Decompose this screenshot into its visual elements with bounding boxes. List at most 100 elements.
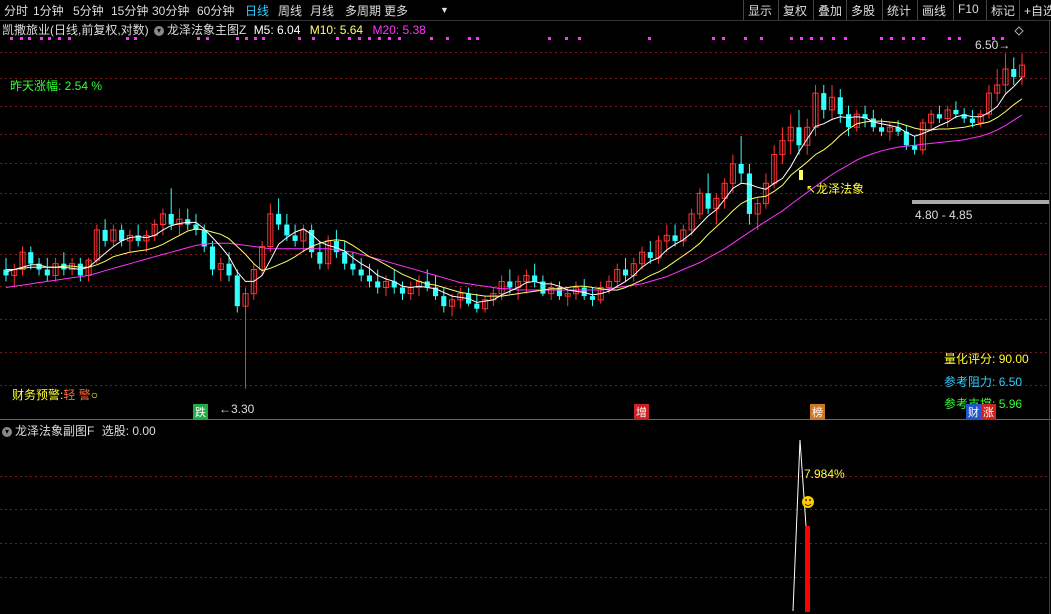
candle-body-down: [441, 296, 447, 307]
top-marker-dot: [254, 37, 257, 40]
ma20-line: [5, 114, 1023, 291]
finance-warning-text: 财务预警:: [12, 388, 64, 402]
top-marker-dot: [958, 37, 961, 40]
top-marker-dot: [197, 37, 200, 40]
top-marker-dot: [358, 37, 361, 40]
candle-body-down: [284, 224, 290, 236]
top-marker-dot: [844, 37, 847, 40]
candle-body-down: [28, 252, 34, 264]
top-marker-dot: [388, 37, 391, 40]
candle-body-down: [350, 263, 356, 270]
top-marker-dot: [48, 37, 51, 40]
candle-body-down: [474, 303, 480, 309]
candle-body-down: [358, 269, 364, 276]
top-marker-dot: [336, 37, 339, 40]
top-marker-dot: [744, 37, 747, 40]
candle-body-down: [672, 235, 678, 241]
top-marker-dot: [912, 37, 915, 40]
top-marker-dot: [398, 37, 401, 40]
smiley-eye: [805, 499, 807, 501]
low-price-label: ←3.30: [219, 402, 255, 416]
candle-body-down: [185, 219, 191, 225]
candle-body-down: [746, 173, 752, 214]
candle-body-down: [399, 287, 406, 294]
finance-warning-label: 财务预警:轻 警○: [12, 388, 98, 402]
smiley-eye: [809, 499, 811, 501]
top-marker-dot: [902, 37, 905, 40]
tag-rise: 涨: [981, 404, 996, 420]
candle-body-down: [366, 275, 373, 282]
low-price-value: 3.30: [231, 402, 255, 416]
chart-canvas: [0, 20, 1051, 614]
top-marker-dot: [948, 37, 951, 40]
top-marker-dot: [548, 37, 551, 40]
top-marker-dot: [126, 37, 129, 40]
top-marker-dot: [312, 37, 315, 40]
sub-indicator-name[interactable]: 龙泽法象副图F: [15, 424, 94, 438]
sub-pct-label: 7.984%: [804, 467, 845, 481]
candle-body-down: [3, 269, 9, 276]
support-range-bar: [912, 200, 1049, 204]
score-label: 量化评分:: [944, 352, 996, 366]
signal-label: ↖龙泽法象: [806, 182, 865, 196]
top-marker-dot: [430, 37, 433, 40]
candle-body-down: [969, 118, 975, 123]
warning-level-text: 轻 警: [63, 388, 91, 402]
top-marker-dot: [648, 37, 651, 40]
smiley-icon: [802, 496, 814, 508]
top-marker-dot: [446, 37, 449, 40]
sub-indicator-header: ▾ 龙泽法象副图F 选股: 0.00: [2, 422, 156, 439]
candle-body-down: [589, 296, 596, 300]
top-marker-dot: [262, 37, 265, 40]
top-marker-dot: [58, 37, 61, 40]
score-value: 90.00: [998, 352, 1029, 366]
top-marker-dot: [236, 37, 239, 40]
top-marker-dot: [890, 37, 893, 40]
sub-red-bar: [805, 526, 810, 612]
high-price-label: 6.50→: [975, 38, 1011, 52]
top-marker-dot: [28, 37, 31, 40]
candle-body-down: [796, 127, 802, 146]
tag-fall: 跌: [193, 404, 208, 420]
top-marker-dot: [712, 37, 715, 40]
candle-body-down: [209, 246, 216, 270]
top-marker-dot: [800, 37, 803, 40]
top-marker-dot: [832, 37, 835, 40]
top-marker-dot: [10, 37, 13, 40]
candle-body-down: [292, 235, 298, 241]
top-marker-dot: [722, 37, 725, 40]
candle-body-down: [532, 275, 538, 282]
tag-list: 榜: [810, 404, 825, 420]
candle-body-down: [102, 229, 108, 241]
top-marker-dot: [368, 37, 371, 40]
candle-body-down: [705, 193, 711, 209]
candle-body-down: [276, 213, 282, 225]
candle-body-down: [821, 93, 827, 110]
ma5-line: [5, 77, 1023, 303]
top-marker-dot: [468, 37, 471, 40]
ma10-line: [6, 98, 1023, 297]
candle-body-down: [119, 229, 125, 241]
tag-finance: 财: [966, 404, 981, 420]
prev-change-label: 昨天涨幅: 2.54 %: [10, 79, 103, 93]
candle-body-down: [622, 269, 629, 276]
top-marker-dot: [760, 37, 763, 40]
high-price-value: 6.50: [975, 38, 999, 52]
candle-body-down: [845, 114, 852, 128]
top-marker-dot: [68, 37, 71, 40]
top-marker-dot: [578, 37, 581, 40]
top-marker-dot: [20, 37, 23, 40]
sub-indicator-toggle-icon[interactable]: ▾: [2, 426, 12, 437]
resist-row: 参考阻力: 6.50: [944, 373, 1022, 390]
top-marker-dot: [206, 37, 209, 40]
candle-body-down: [375, 281, 381, 288]
top-marker-dot: [378, 37, 381, 40]
candle-body-down: [342, 252, 348, 264]
top-right-diamond-icon: [1014, 26, 1024, 36]
top-marker-dot: [348, 37, 351, 40]
top-marker-dot: [820, 37, 823, 40]
top-marker-dot: [245, 37, 248, 40]
top-marker-dot: [298, 37, 301, 40]
top-marker-dot: [790, 37, 793, 40]
candle-body-down: [317, 252, 323, 264]
